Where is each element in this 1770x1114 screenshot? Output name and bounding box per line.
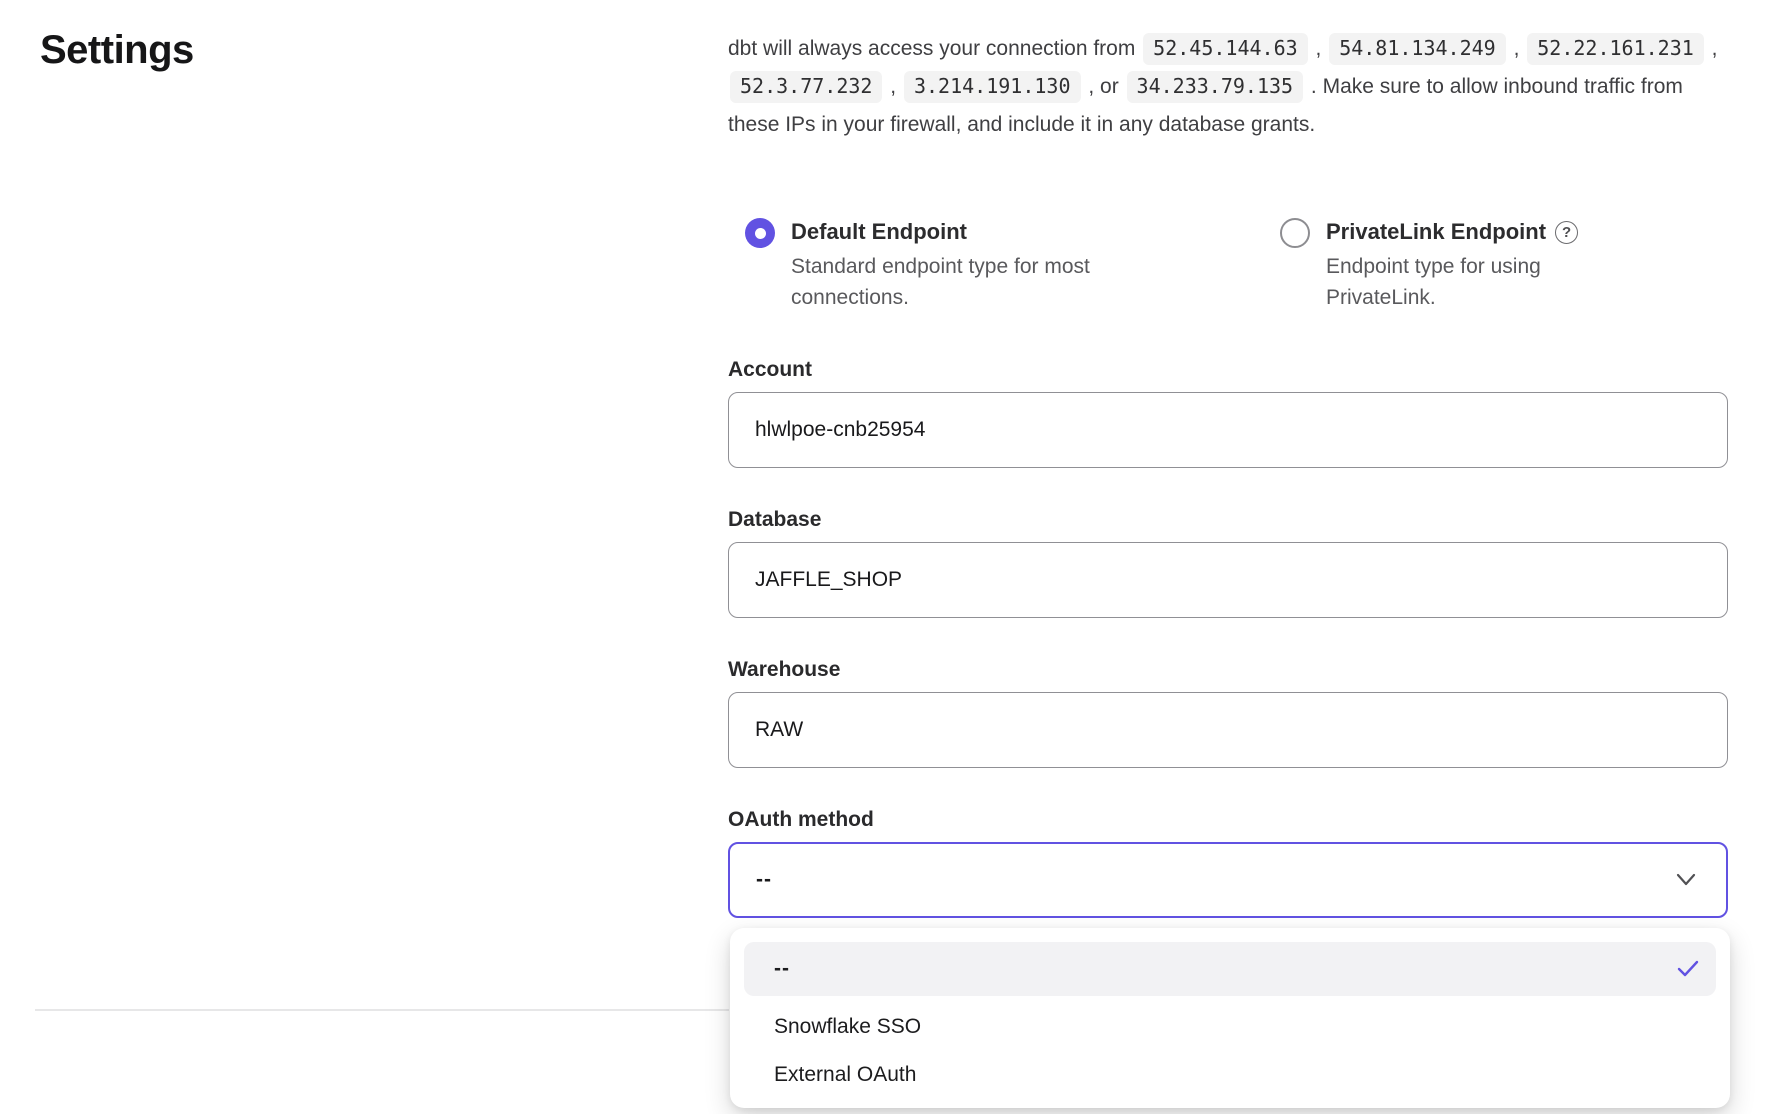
ip-chip: 52.45.144.63 [1143,33,1308,65]
oauth-option-snowflake-sso[interactable]: Snowflake SSO [730,1004,1730,1050]
connection-settings-section: dbt will always access your connection f… [728,30,1728,918]
ip-chip: 52.3.77.232 [730,71,882,103]
section-divider [35,1009,729,1011]
default-endpoint-description: Standard endpoint type for most connecti… [791,251,1141,313]
database-input[interactable] [728,542,1728,618]
account-field-group: Account [728,357,1728,468]
warehouse-input[interactable] [728,692,1728,768]
ip-allowlist-notice: dbt will always access your connection f… [728,30,1728,144]
ip-chip: 52.22.161.231 [1527,33,1704,65]
privatelink-endpoint-option[interactable]: PrivateLink Endpoint ? Endpoint type for… [1280,216,1586,313]
warehouse-field-group: Warehouse [728,657,1728,768]
warehouse-label: Warehouse [728,657,1728,683]
check-icon [1676,959,1700,985]
default-endpoint-label: Default Endpoint [791,216,967,248]
ip-chip: 3.214.191.130 [904,71,1081,103]
account-label: Account [728,357,1728,383]
settings-page: Settings dbt will always access your con… [0,0,1770,1114]
oauth-method-select[interactable]: -- [728,842,1728,918]
oauth-option-external-oauth[interactable]: External OAuth [730,1052,1730,1098]
privatelink-endpoint-label: PrivateLink Endpoint [1326,216,1546,248]
default-endpoint-radio[interactable] [745,218,775,248]
ip-chip: 34.233.79.135 [1127,71,1304,103]
privatelink-endpoint-radio[interactable] [1280,218,1310,248]
help-icon[interactable]: ? [1555,221,1578,244]
account-input[interactable] [728,392,1728,468]
oauth-method-label: OAuth method [728,807,1728,833]
default-endpoint-option[interactable]: Default Endpoint Standard endpoint type … [745,216,1280,313]
ip-chip: 54.81.134.249 [1329,33,1506,65]
page-title: Settings [40,28,194,73]
database-label: Database [728,507,1728,533]
database-field-group: Database [728,507,1728,618]
oauth-method-selected-value: -- [756,868,772,892]
oauth-method-field-group: OAuth method -- [728,807,1728,918]
oauth-option-none[interactable]: -- [744,942,1716,996]
endpoint-type-radio-group: Default Endpoint Standard endpoint type … [728,216,1728,313]
oauth-method-dropdown-menu: -- Snowflake SSO External OAuth [730,928,1730,1108]
chevron-down-icon [1676,873,1696,892]
privatelink-endpoint-description: Endpoint type for using PrivateLink. [1326,251,1586,313]
